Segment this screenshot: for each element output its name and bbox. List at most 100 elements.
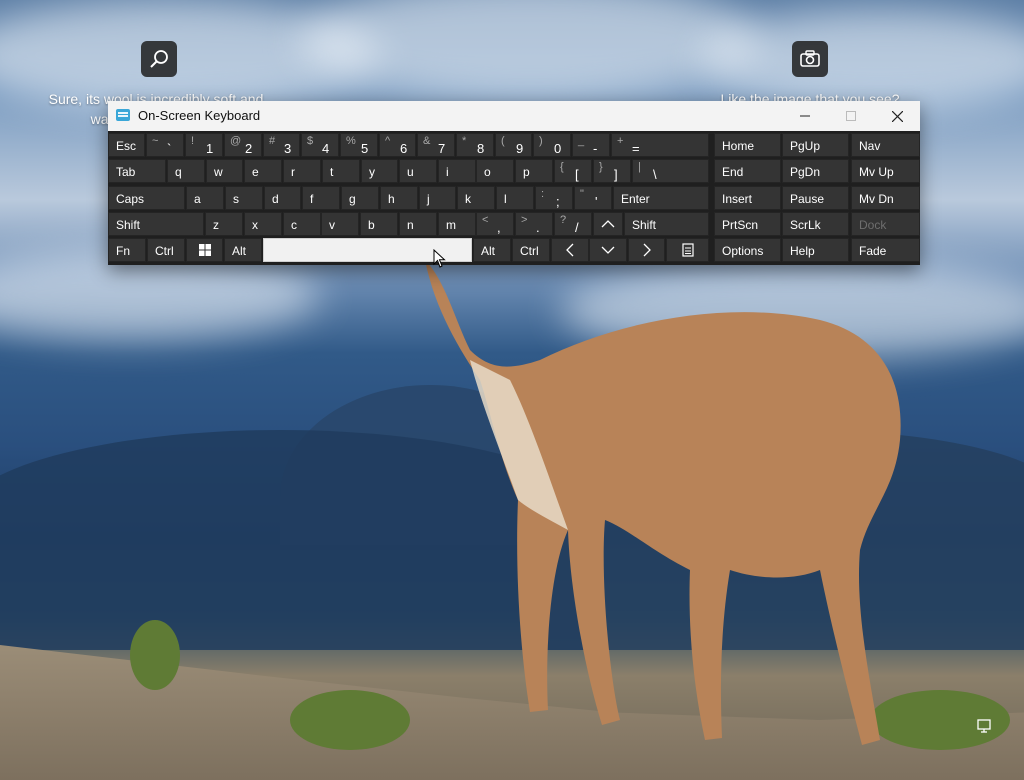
key-u[interactable]: u — [399, 159, 437, 183]
key-enter[interactable]: Enter — [613, 186, 709, 210]
network-icon[interactable] — [977, 718, 993, 734]
key-semicolon[interactable]: :; — [535, 186, 573, 210]
key-up[interactable] — [593, 212, 623, 236]
key-o[interactable]: o — [476, 159, 514, 183]
key-shift-label: % — [346, 135, 356, 147]
key-alt-right[interactable]: Alt — [473, 238, 511, 262]
key-period[interactable]: >. — [515, 212, 553, 236]
key-a[interactable]: a — [186, 186, 224, 210]
camera-button[interactable] — [792, 41, 828, 77]
key-b[interactable]: b — [360, 212, 398, 236]
key-ctrl-left[interactable]: Ctrl — [147, 238, 185, 262]
key-z[interactable]: z — [205, 212, 243, 236]
key-home[interactable]: Home — [714, 133, 781, 157]
key-left[interactable] — [551, 238, 589, 262]
key-8[interactable]: * 8 — [456, 133, 494, 157]
key-c[interactable]: c — [283, 212, 321, 236]
key-t[interactable]: t — [322, 159, 360, 183]
key-7[interactable]: & 7 — [417, 133, 455, 157]
key-esc[interactable]: Esc — [108, 133, 145, 157]
key-shift-label: + — [617, 135, 624, 147]
key-menu[interactable] — [666, 238, 709, 262]
key-label: q — [175, 165, 182, 179]
maximize-button[interactable] — [828, 101, 874, 131]
key-y[interactable]: y — [361, 159, 398, 183]
key-h[interactable]: h — [380, 186, 418, 210]
key-m[interactable]: m — [438, 212, 476, 236]
key-pgdn[interactable]: PgDn — [782, 159, 849, 183]
key-lbracket[interactable]: {[ — [554, 159, 592, 183]
key-tab[interactable]: Tab — [108, 159, 166, 183]
key-backslash[interactable]: | \ — [632, 159, 709, 183]
key-shift-left[interactable]: Shift — [108, 212, 204, 236]
key-4[interactable]: $4 — [301, 133, 339, 157]
key-label: n — [407, 218, 414, 232]
key-help[interactable]: Help — [782, 238, 849, 262]
key-options[interactable]: Options — [714, 238, 781, 262]
key-shift-right[interactable]: Shift — [624, 212, 709, 236]
key-mv-up[interactable]: Mv Up — [851, 159, 920, 183]
key-w[interactable]: w — [206, 159, 243, 183]
key-ctrl-right[interactable]: Ctrl — [512, 238, 550, 262]
key-equals[interactable]: + = — [611, 133, 709, 157]
key-label: j — [427, 192, 430, 206]
key-fade[interactable]: Fade — [851, 238, 920, 262]
key-r[interactable]: r — [283, 159, 321, 183]
key-minus[interactable]: _ - — [572, 133, 610, 157]
key-scrlk[interactable]: ScrLk — [782, 212, 849, 236]
key-insert[interactable]: Insert — [714, 186, 781, 210]
minimize-button[interactable] — [782, 101, 828, 131]
key-rbracket[interactable]: }] — [593, 159, 631, 183]
key-alt-left[interactable]: Alt — [224, 238, 262, 262]
key-slash[interactable]: ? / — [554, 212, 592, 236]
key-label: PgUp — [790, 139, 821, 153]
key-label: 8 — [477, 141, 485, 156]
key-v[interactable]: v — [321, 212, 359, 236]
key-right[interactable] — [628, 238, 665, 262]
key-d[interactable]: d — [264, 186, 301, 210]
key-quote[interactable]: " ' — [574, 186, 612, 210]
key-win[interactable] — [186, 238, 223, 262]
key-nav[interactable]: Nav — [851, 133, 920, 157]
key-label: z — [213, 218, 219, 232]
key-label: 4 — [322, 141, 330, 156]
key-1[interactable]: ! 1 — [185, 133, 223, 157]
key-end[interactable]: End — [714, 159, 781, 183]
key-q[interactable]: q — [167, 159, 205, 183]
key-label: p — [523, 165, 530, 179]
key-9[interactable]: (9 — [495, 133, 532, 157]
key-s[interactable]: s — [225, 186, 263, 210]
key-pgup[interactable]: PgUp — [782, 133, 849, 157]
key-n[interactable]: n — [399, 212, 437, 236]
key-6[interactable]: ^ 6 — [379, 133, 416, 157]
key-mv-dn[interactable]: Mv Dn — [851, 186, 920, 210]
key-k[interactable]: k — [457, 186, 495, 210]
close-button[interactable] — [874, 101, 920, 131]
key-shift-label: ^ — [385, 135, 391, 147]
key-l[interactable]: l — [496, 186, 534, 210]
key-down[interactable] — [589, 238, 627, 262]
key-0[interactable]: ) 0 — [533, 133, 571, 157]
osk-titlebar[interactable]: On-Screen Keyboard — [108, 101, 920, 131]
key-tilde[interactable]: ~ ` — [146, 133, 184, 157]
key-prtscn[interactable]: PrtScn — [714, 212, 781, 236]
key-x[interactable]: x — [244, 212, 282, 236]
key-j[interactable]: j — [419, 186, 456, 210]
key-5[interactable]: % 5 — [340, 133, 378, 157]
key-label: Nav — [859, 139, 881, 153]
key-p[interactable]: p — [515, 159, 553, 183]
key-2[interactable]: @2 — [224, 133, 262, 157]
key-e[interactable]: e — [244, 159, 282, 183]
key-i[interactable]: i — [438, 159, 476, 183]
key-shift-label: ) — [539, 135, 543, 147]
key-3[interactable]: #3 — [263, 133, 300, 157]
key-label: Tab — [116, 165, 136, 179]
key-g[interactable]: g — [341, 186, 379, 210]
key-f[interactable]: f — [302, 186, 340, 210]
key-comma[interactable]: <, — [476, 212, 514, 236]
key-caps[interactable]: Caps — [108, 186, 185, 210]
visual-search-button[interactable] — [141, 41, 177, 77]
key-fn[interactable]: Fn — [108, 238, 146, 262]
key-pause[interactable]: Pause — [782, 186, 849, 210]
key-label: v — [329, 218, 335, 232]
